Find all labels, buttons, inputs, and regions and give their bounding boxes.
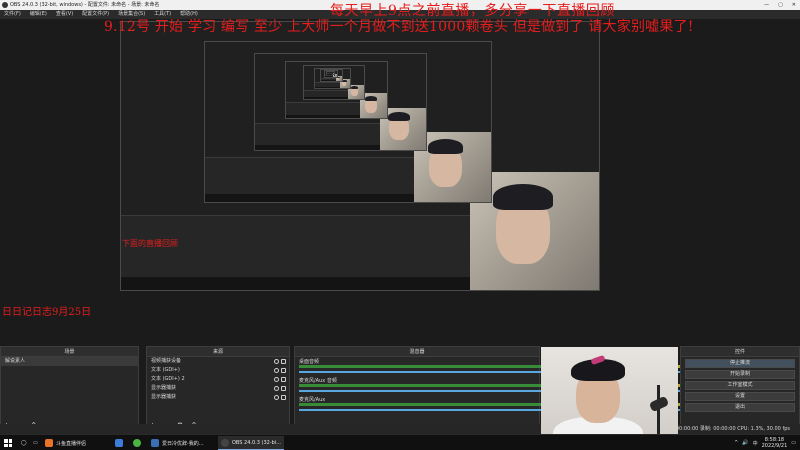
- source-item[interactable]: 文本 (GDI+) 2: [147, 375, 289, 384]
- overlay-side-text-lower: 日日记日志9月25日: [2, 307, 92, 318]
- douyu-app-icon: [45, 439, 53, 447]
- nested-preview-frame: [326, 70, 335, 76]
- mixer-dock-title: 混音器: [295, 347, 539, 357]
- scene-item[interactable]: 解说素人: [1, 357, 138, 366]
- notification-icon[interactable]: ▭: [791, 440, 796, 446]
- nested-hair: [388, 111, 410, 122]
- lock-icon[interactable]: [281, 368, 286, 373]
- minimize-button[interactable]: —: [764, 0, 769, 10]
- lock-icon[interactable]: [281, 386, 286, 391]
- search-icon[interactable]: ◯: [18, 436, 30, 450]
- stop-streaming-button[interactable]: 停止推流: [685, 359, 795, 368]
- channel-name: 麦克风/Aux 音频: [299, 378, 337, 384]
- overlay-side-text-upper: 下面的直播回顾: [122, 239, 178, 248]
- stream-status-text: 直播: 00:00:00 录制: 00:00:00 CPU: 1.3%, 30.…: [662, 426, 790, 432]
- system-tray: ^ 🔊 中 8:58:18 2022/9/21 ▭: [734, 436, 796, 450]
- mixer-channel-list: 桌面音频 麦克风/Aux 音频 麦克风/Aux: [295, 357, 800, 414]
- lock-icon[interactable]: [281, 377, 286, 382]
- source-item[interactable]: 显示器捕获: [147, 384, 289, 393]
- source-label: 显示器捕获: [151, 385, 177, 391]
- nested-hair: [427, 138, 464, 155]
- start-recording-button[interactable]: 开始录制: [685, 370, 795, 379]
- nested-hair: [342, 80, 347, 82]
- nested-hair: [493, 183, 553, 210]
- obs-app-icon: [221, 438, 229, 447]
- visibility-eye-icon[interactable]: [274, 386, 279, 391]
- channel-name: 麦克风/Aux: [299, 397, 326, 403]
- source-item[interactable]: 显示器捕获: [147, 393, 289, 402]
- input-method-icon[interactable]: 中: [753, 440, 758, 447]
- nested-taskbar: [121, 276, 470, 290]
- window-title: OBS 24.0.3 (32-bit, windows) - 配置文件: 未命名…: [10, 2, 160, 8]
- nested-hair: [364, 95, 378, 102]
- menu-edit[interactable]: 编辑(E): [30, 10, 47, 19]
- task-view-icon[interactable]: ▭: [30, 436, 41, 450]
- taskbar-app-label: 斗鱼直播伴侣: [56, 440, 87, 447]
- nested-taskbar: [303, 97, 348, 100]
- taskbar-app-browser[interactable]: 爱日冷优辞-我的...: [148, 436, 207, 450]
- studio-mode-button[interactable]: 工作室模式: [685, 381, 795, 390]
- sources-dock: 来源 视频捕获设备 文本 (GDI+) 文本 (GDI+) 2 显示器捕获 显示…: [146, 346, 290, 434]
- mixer-channel: 桌面音频: [295, 357, 800, 376]
- controls-dock-title: 控件: [681, 347, 799, 357]
- taskbar-app-green[interactable]: [130, 436, 144, 450]
- tray-overflow-chevron-icon[interactable]: ^: [734, 440, 738, 446]
- lock-icon[interactable]: [281, 395, 286, 400]
- source-item[interactable]: 文本 (GDI+): [147, 366, 289, 375]
- source-label: 显示器捕获: [151, 394, 177, 400]
- close-button[interactable]: ✕: [792, 0, 796, 10]
- nested-taskbar: [205, 194, 414, 203]
- source-item[interactable]: 视频捕获设备: [147, 357, 289, 366]
- taskbar-app-obs[interactable]: OBS 24.0.3 (32-bi...: [218, 436, 284, 450]
- mixer-channel: 麦克风/Aux: [295, 395, 800, 414]
- nested-taskbar: [321, 80, 337, 81]
- source-label: 文本 (GDI+): [151, 367, 180, 373]
- taskbar-app-label: OBS 24.0.3 (32-bi...: [232, 439, 281, 446]
- menu-file[interactable]: 文件(F): [4, 10, 21, 19]
- visibility-eye-icon[interactable]: [274, 359, 279, 364]
- source-label: 视频捕获设备: [151, 358, 182, 364]
- nested-hair: [350, 85, 359, 90]
- start-windows-icon[interactable]: [4, 439, 12, 447]
- visibility-eye-icon[interactable]: [274, 368, 279, 373]
- lock-icon[interactable]: [281, 359, 286, 364]
- edge-browser-icon: [115, 439, 123, 447]
- browser-app-icon: [151, 439, 159, 447]
- nested-taskbar: [285, 115, 360, 118]
- overlay-banner-second: 9.12号 开始 学习 编写 至少 上大师一个月做不到送1000颗卷头 但是做到…: [104, 19, 694, 35]
- obs-app-icon: [2, 2, 8, 8]
- scenes-dock-title: 场景: [1, 347, 138, 357]
- nested-taskbar: [255, 144, 381, 150]
- taskbar-app-douyu[interactable]: 斗鱼直播伴侣: [42, 436, 89, 450]
- sources-dock-title: 来源: [147, 347, 289, 357]
- window-controls: — ▢ ✕: [764, 0, 796, 10]
- exit-button[interactable]: 退出: [685, 403, 795, 412]
- channel-name: 桌面音频: [299, 359, 320, 365]
- taskbar-clock[interactable]: 8:58:18 2022/9/21: [762, 437, 788, 449]
- visibility-eye-icon[interactable]: [274, 395, 279, 400]
- preview-canvas[interactable]: [0, 19, 800, 346]
- maximize-button[interactable]: ▢: [778, 0, 783, 10]
- dock-area: 场景 解说素人 + − ⌃ ⌄ 来源 视频捕获设备 文本 (GDI+) 文本 (…: [0, 346, 800, 434]
- taskbar-app-edge[interactable]: [112, 436, 126, 450]
- source-label: 文本 (GDI+) 2: [151, 376, 185, 382]
- status-bar: 直播: 00:00:00 录制: 00:00:00 CPU: 1.3%, 30.…: [0, 424, 800, 434]
- nested-taskbar: [314, 86, 341, 88]
- clock-date: 2022/9/21: [761, 443, 788, 449]
- volume-icon[interactable]: 🔊: [742, 440, 748, 446]
- windows-taskbar: ◯ ▭ 斗鱼直播伴侣 爱日冷优辞-我的... OBS 24.0.3 (32-bi…: [0, 434, 800, 450]
- menu-view[interactable]: 查看(V): [56, 10, 73, 19]
- taskbar-app-label: 爱日冷优辞-我的...: [162, 440, 204, 447]
- audio-mixer-dock: 混音器 桌面音频 麦克风/Aux 音频 麦克风/Aux: [294, 346, 800, 434]
- visibility-eye-icon[interactable]: [274, 377, 279, 382]
- settings-button[interactable]: 设置: [685, 392, 795, 401]
- nested-webcam: [331, 73, 334, 75]
- controls-dock: 控件 停止推流 开始录制 工作室模式 设置 退出: [680, 346, 800, 434]
- mixer-channel: 麦克风/Aux 音频: [295, 376, 800, 395]
- green-app-icon: [133, 439, 141, 447]
- scenes-dock: 场景 解说素人 + − ⌃ ⌄: [0, 346, 139, 434]
